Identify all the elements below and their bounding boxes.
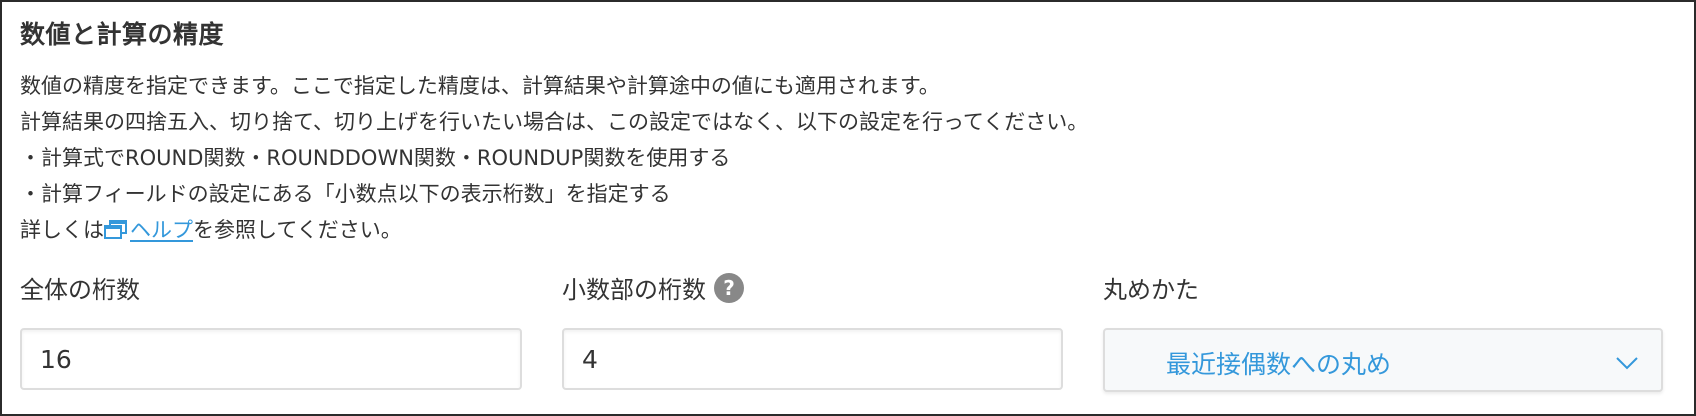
help-link[interactable]: ヘルプ [104,218,193,242]
description-line: ・計算式でROUND関数・ROUNDDOWN関数・ROUNDUP関数を使用する [20,146,731,170]
help-reference-line: 詳しくは ヘルプを参照してください。 [20,212,1088,248]
chevron-down-icon [1615,350,1639,374]
decimal-digits-label: 小数部の桁数 ? [562,270,744,305]
help-suffix-text: を参照してください。 [193,218,402,242]
help-prefix-text: 詳しくは [20,218,104,242]
section-title: 数値と計算の精度 [20,20,225,49]
description-line: ・計算フィールドの設定にある「小数点以下の表示桁数」を指定する [20,182,671,206]
total-digits-label-text: 全体の桁数 [20,276,140,304]
rounding-select[interactable]: 最近接偶数への丸め [1103,328,1663,392]
rounding-label-text: 丸めかた [1103,276,1199,304]
help-link-text[interactable]: ヘルプ [130,218,193,242]
rounding-label: 丸めかた [1103,270,1199,305]
total-digits-label: 全体の桁数 [20,270,140,305]
section-description: 数値の精度を指定できます。ここで指定した精度は、計算結果や計算途中の値にも適用さ… [20,68,1088,248]
total-digits-input[interactable] [20,328,522,390]
rounding-selected-value: 最近接偶数への丸め [1166,350,1392,379]
decimal-digits-input[interactable] [562,328,1063,390]
description-line: 計算結果の四捨五入、切り捨て、切り上げを行いたい場合は、この設定ではなく、以下の… [20,110,1089,134]
decimal-digits-label-text: 小数部の桁数 [562,276,706,304]
precision-settings-panel: 数値と計算の精度 数値の精度を指定できます。ここで指定した精度は、計算結果や計算… [0,0,1696,416]
external-window-icon [104,215,128,239]
description-line: 数値の精度を指定できます。ここで指定した精度は、計算結果や計算途中の値にも適用さ… [20,74,940,98]
question-help-icon[interactable]: ? [714,272,744,303]
